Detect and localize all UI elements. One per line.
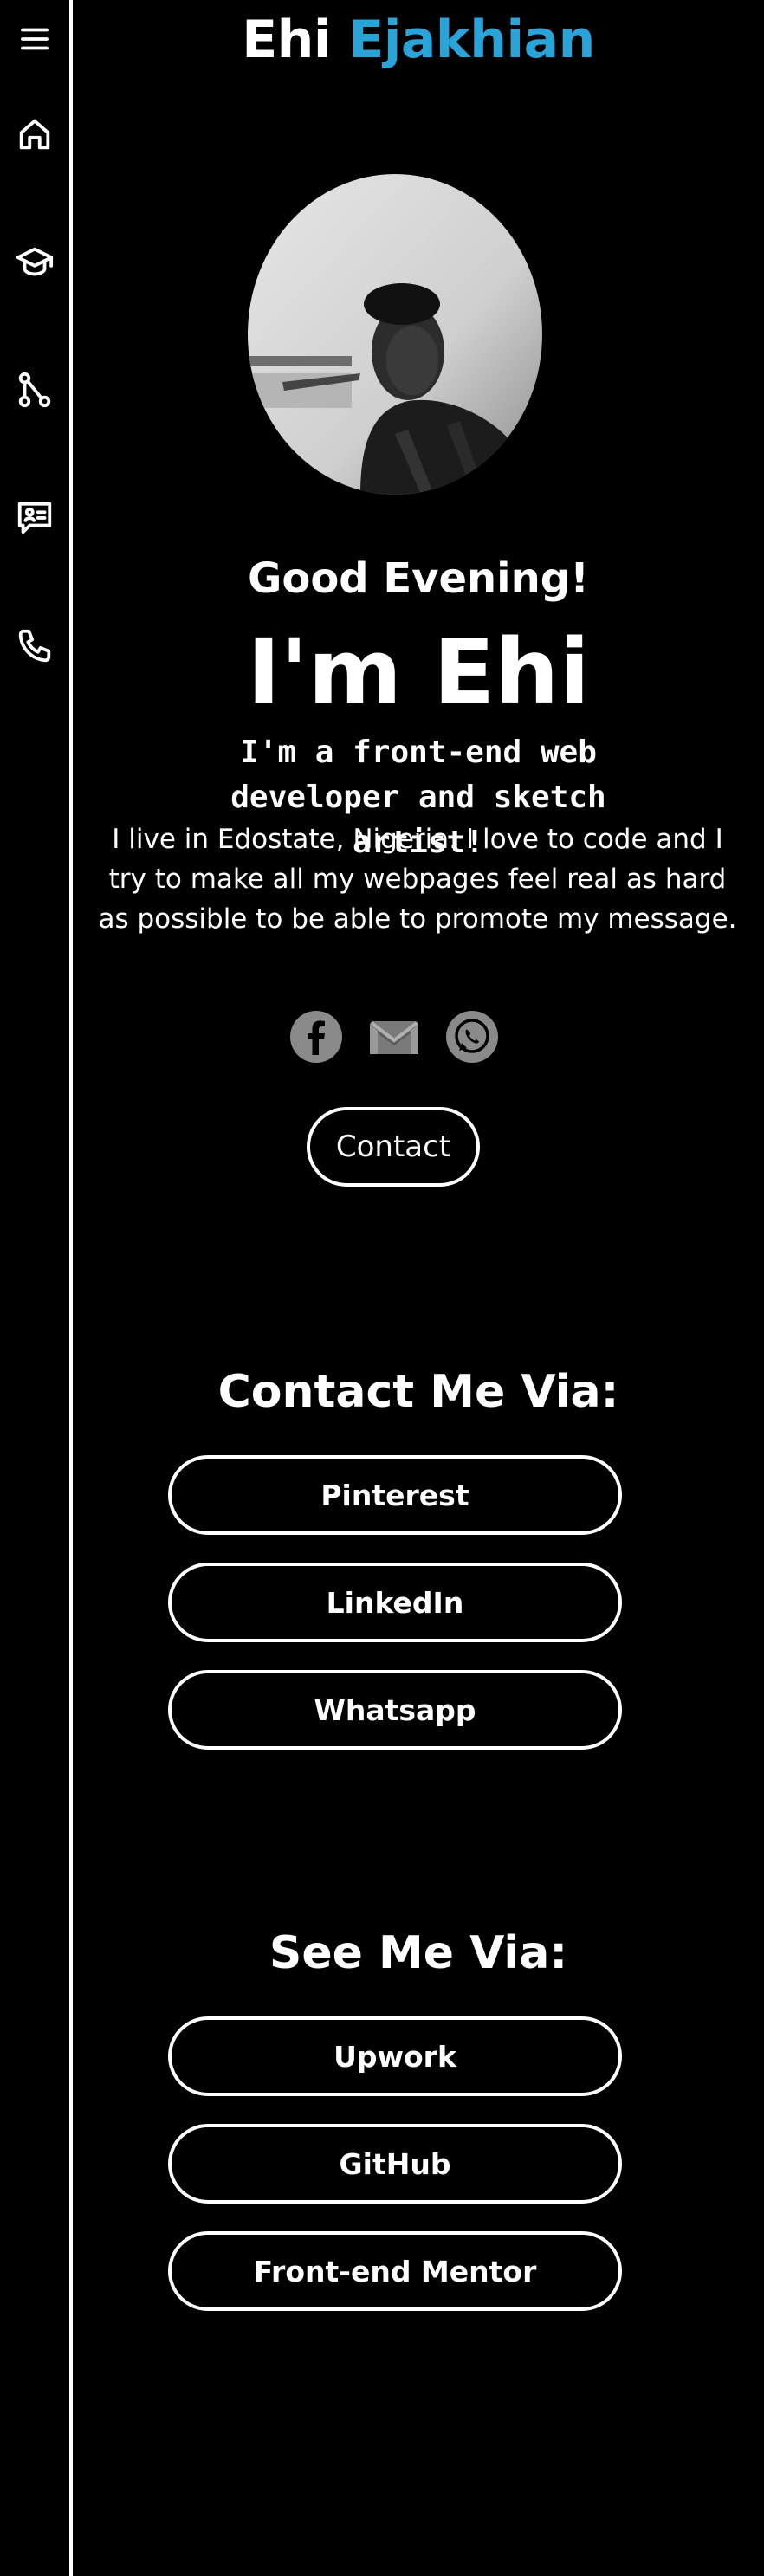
facebook-icon <box>290 1011 342 1063</box>
gmail-link[interactable] <box>367 1010 421 1064</box>
bio-paragraph: I live in Edostate, Nigeria. I love to c… <box>98 824 737 935</box>
github-button[interactable]: GitHub <box>168 2124 622 2204</box>
facebook-link[interactable] <box>289 1010 343 1064</box>
nav-projects-button[interactable] <box>0 364 69 416</box>
message-person-icon <box>17 502 52 534</box>
gmail-icon <box>370 1021 418 1054</box>
nav-phone-button[interactable] <box>0 620 69 672</box>
main-content: Ehi Ejakhian Good Evening! I'm Ehi I'm a… <box>73 0 764 2576</box>
sidebar <box>0 0 73 2576</box>
profile-photo-image <box>248 174 542 495</box>
social-icons <box>289 1010 506 1065</box>
brand-title: Ehi Ejakhian <box>73 5 764 74</box>
profile-photo <box>248 174 542 495</box>
graduation-cap-icon <box>16 247 54 276</box>
frontend-mentor-button[interactable]: Front-end Mentor <box>168 2231 622 2311</box>
nav-home-button[interactable] <box>0 108 69 160</box>
contact-section-title: Contact Me Via: <box>217 1366 619 1418</box>
linkedin-button[interactable]: LinkedIn <box>168 1563 622 1642</box>
menu-icon <box>21 28 49 50</box>
upwork-button[interactable]: Upwork <box>168 2016 622 2096</box>
brand-last-name: Ejakhian <box>348 10 595 70</box>
pinterest-button[interactable]: Pinterest <box>168 1455 622 1535</box>
brand-first-name: Ehi <box>242 10 331 70</box>
menu-button[interactable] <box>0 13 69 65</box>
whatsapp-icon <box>446 1011 498 1063</box>
greeting-text: Good Evening! <box>247 554 590 603</box>
hero-name: I'm Ehi <box>247 619 590 725</box>
contact-button[interactable]: Contact <box>307 1107 480 1187</box>
phone-icon <box>18 629 51 663</box>
nav-contact-card-button[interactable] <box>0 491 69 543</box>
nav-education-button[interactable] <box>0 236 69 288</box>
git-branch-icon <box>18 372 51 408</box>
see-section-title: See Me Via: <box>269 1927 568 1979</box>
whatsapp-link[interactable] <box>445 1010 499 1064</box>
whatsapp-button[interactable]: Whatsapp <box>168 1670 622 1750</box>
home-icon <box>19 119 50 150</box>
